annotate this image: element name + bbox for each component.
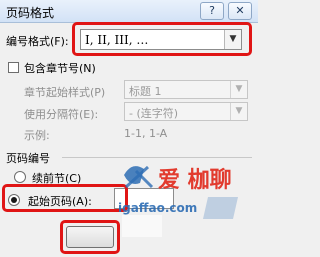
continue-radio[interactable]	[14, 171, 26, 183]
number-format-label: 编号格式(F):	[6, 35, 69, 48]
include-chapter-checkbox[interactable]	[8, 62, 19, 73]
close-icon: ✕	[235, 4, 245, 17]
separator-value: - (连字符)	[129, 107, 179, 120]
help-button[interactable]: ?	[200, 2, 224, 20]
chapter-style-select[interactable]: 标题 1 ▼	[124, 80, 248, 99]
chevron-down-icon: ▼	[230, 103, 247, 120]
highlight-box-ok	[60, 220, 120, 254]
help-icon: ?	[209, 4, 215, 17]
highlight-box-format	[72, 22, 252, 56]
separator-select[interactable]: - (连字符) ▼	[124, 102, 248, 121]
chapter-style-value: 标题 1	[129, 85, 162, 98]
highlight-box-start	[2, 184, 128, 212]
include-chapter-label: 包含章节号(N)	[24, 62, 96, 75]
close-button[interactable]: ✕	[228, 2, 252, 20]
chevron-down-icon: ▼	[230, 81, 247, 98]
dialog-title: 页码格式	[6, 6, 55, 20]
watermark-site: igaffao.com	[118, 201, 198, 215]
watermark-logo-text: 爱 枷聊	[158, 167, 232, 193]
separator-label: 使用分隔符(E):	[24, 108, 99, 121]
watermark: 爱 枷聊 igaffao.com	[118, 157, 258, 254]
example-value: 1-1, 1-A	[124, 127, 168, 140]
page-numbering-heading: 页码编号	[6, 152, 50, 165]
chapter-style-label: 章节起始样式(P)	[24, 86, 106, 99]
title-bar: 页码格式 ? ✕	[0, 0, 258, 23]
example-label: 示例:	[24, 129, 50, 142]
